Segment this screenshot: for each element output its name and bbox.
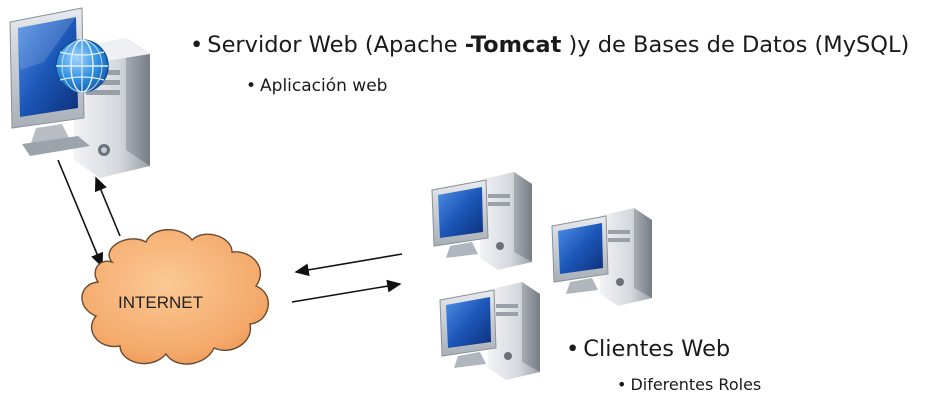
- clients-title-text: Clientes Web: [583, 336, 731, 362]
- bullet: •: [190, 32, 204, 58]
- bullet: •: [246, 76, 257, 96]
- server-subtitle: • Aplicación web: [246, 76, 387, 96]
- client-computer-1: [431, 172, 532, 270]
- client-computer-2: [551, 208, 652, 306]
- bullet: •: [617, 375, 627, 394]
- clients-subtitle: • Diferentes Roles: [617, 375, 761, 394]
- arrow-server-to-internet: [57, 159, 104, 268]
- server-title-pre: Servidor Web (Apache: [207, 32, 465, 58]
- clients-title: • Clientes Web: [566, 336, 730, 362]
- server-title: • Servidor Web (Apache -Tomcat )y de Base…: [190, 32, 909, 58]
- server-computer: [9, 7, 150, 178]
- server-title-post: )y de Bases de Datos (MySQL): [561, 32, 910, 58]
- clients-subtitle-text: Diferentes Roles: [630, 375, 762, 394]
- server-subtitle-text: Aplicación web: [260, 76, 388, 96]
- arrow-internet-to-clients: [291, 279, 402, 303]
- globe-icon: [55, 39, 109, 93]
- diagram-canvas: [9, 7, 652, 380]
- server-title-bold: -Tomcat: [464, 32, 562, 58]
- bullet: •: [566, 336, 580, 362]
- internet-label: INTERNET: [118, 293, 203, 312]
- arrow-internet-to-server: [94, 176, 121, 237]
- client-computer-3: [439, 282, 540, 380]
- arrow-clients-to-internet: [294, 253, 403, 277]
